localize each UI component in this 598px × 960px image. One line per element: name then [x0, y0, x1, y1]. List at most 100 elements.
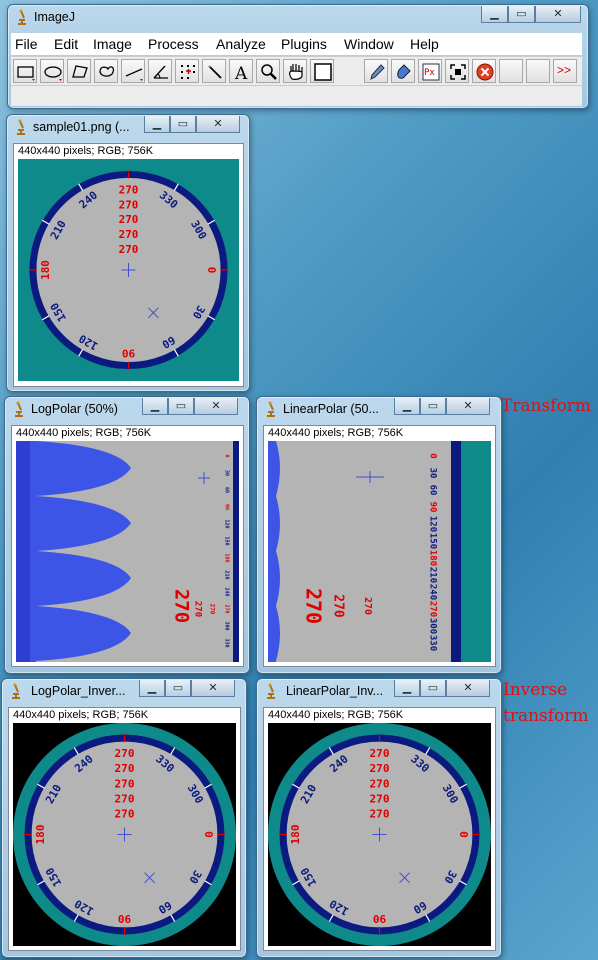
image-canvas[interactable]: 0 30 60 90 120 150 180 210 240 270 300 330 270 270 270 — [268, 441, 491, 662]
strip-tick-label: 0 — [224, 454, 230, 457]
polygon-icon[interactable] — [67, 59, 91, 83]
image-panel: 440x440 pixels; RGB; 756K 240 330 210 300 15… — [13, 143, 244, 387]
more-tools-button[interactable]: >> — [553, 59, 577, 83]
strip-tick-label: 150 — [428, 533, 438, 549]
freehand-icon[interactable] — [94, 59, 118, 83]
minimize-button[interactable]: ▁ — [139, 680, 165, 697]
wand-icon[interactable] — [202, 59, 226, 83]
sample-titlebar[interactable]: sample01.png (... ▁ ▭ ✕ — [7, 115, 249, 139]
strip-small-label: 270 — [209, 604, 216, 615]
svg-text:Px: Px — [424, 68, 435, 78]
main-title: ImageJ — [34, 10, 75, 24]
blank-tool[interactable] — [526, 59, 550, 83]
magnifier-icon[interactable] — [256, 59, 280, 83]
roi-manager-icon[interactable] — [445, 59, 469, 83]
dial-label-red: 270 — [119, 183, 139, 196]
logpolar-inverse-titlebar[interactable]: LogPolar_Inver... ▁ ▭ ✕ — [2, 679, 246, 703]
close-button[interactable]: ✕ — [196, 116, 240, 133]
maximize-button[interactable]: ▭ — [508, 6, 535, 23]
close-button[interactable]: ✕ — [446, 398, 490, 415]
sample-image-window: sample01.png (... ▁ ▭ ✕ 440x440 pixels; … — [6, 114, 250, 392]
close-button[interactable]: ✕ — [535, 6, 581, 23]
dropper-icon[interactable] — [391, 59, 415, 83]
menu-analyze[interactable]: Analyze — [216, 36, 266, 52]
strip-tick-label: 270 — [428, 601, 438, 617]
close-button[interactable]: ✕ — [191, 680, 235, 697]
microscope-icon — [17, 119, 25, 135]
minimize-button[interactable]: ▁ — [144, 116, 170, 133]
menu-help[interactable]: Help — [410, 36, 439, 52]
maximize-button[interactable]: ▭ — [168, 398, 194, 415]
window-title: LinearPolar_Inv... — [286, 684, 384, 698]
close-circle-icon[interactable] — [472, 59, 496, 83]
strip-tick-label: 240 — [224, 587, 230, 596]
dial-label-red: 180 — [39, 260, 52, 280]
dial-label-red: 270 — [370, 762, 390, 775]
color-picker-icon[interactable] — [310, 59, 334, 83]
pixel-inspector-icon[interactable]: Px — [418, 59, 442, 83]
dial-label-red: 180 — [34, 825, 47, 845]
menu-window[interactable]: Window — [344, 36, 394, 52]
dial-label-red: 270 — [119, 198, 139, 211]
window-title: LinearPolar (50... — [283, 402, 379, 416]
minimize-button[interactable]: ▁ — [142, 398, 168, 415]
menu-image[interactable]: Image — [93, 36, 132, 52]
linearpolar-inverse-window: LinearPolar_Inv... ▁ ▭ ✕ 440x440 pixels;… — [256, 678, 502, 958]
svg-text:A: A — [234, 64, 248, 82]
line-icon[interactable] — [121, 59, 145, 83]
main-titlebar[interactable]: ImageJ ▁ ▭ ✕ — [8, 5, 588, 29]
point-icon[interactable] — [175, 59, 199, 83]
dial-label-red: 270 — [115, 777, 135, 790]
blank-tool[interactable] — [499, 59, 523, 83]
tool-bar: A Px >> — [11, 56, 582, 86]
dial-label-red: 270 — [115, 762, 135, 775]
menu-process[interactable]: Process — [148, 36, 199, 52]
menu-file[interactable]: File — [15, 36, 38, 52]
hand-icon[interactable] — [283, 59, 307, 83]
menu-edit[interactable]: Edit — [54, 36, 78, 52]
rectangle-icon[interactable] — [13, 59, 37, 83]
dial-label-red: 0 — [205, 267, 218, 274]
microscope-icon — [267, 683, 275, 699]
strip-tick-label: 120 — [224, 519, 230, 528]
status-bar — [11, 85, 582, 106]
close-button[interactable]: ✕ — [194, 398, 238, 415]
strip-tick-label: 0 — [428, 453, 438, 458]
minimize-button[interactable]: ▁ — [394, 680, 420, 697]
dial-label-red: 270 — [115, 807, 135, 820]
maximize-button[interactable]: ▭ — [165, 680, 191, 697]
minimize-button[interactable]: ▁ — [481, 6, 508, 23]
linearpolar-inverse-titlebar[interactable]: LinearPolar_Inv... ▁ ▭ ✕ — [257, 679, 501, 703]
dial-label-red: 180 — [289, 825, 302, 845]
strip-tick-label: 210 — [428, 567, 438, 583]
menu-plugins[interactable]: Plugins — [281, 36, 327, 52]
maximize-button[interactable]: ▭ — [170, 116, 196, 133]
logpolar-titlebar[interactable]: LogPolar (50%) ▁ ▭ ✕ — [5, 397, 249, 421]
linearpolar-titlebar[interactable]: LinearPolar (50... ▁ ▭ ✕ — [257, 397, 501, 421]
oval-icon[interactable] — [40, 59, 64, 83]
strip-tick-label: 240 — [428, 584, 438, 600]
strip-tick-label: 300 — [224, 621, 230, 630]
strip-small-label: 270 — [362, 597, 373, 615]
text-icon[interactable]: A — [229, 59, 253, 83]
dial-label-red: 270 — [370, 807, 390, 820]
image-canvas[interactable]: 240 330 210 300 150 30 120 60 270 270 270 270 270 180… — [13, 723, 236, 946]
pencil-icon[interactable] — [364, 59, 388, 83]
strip-tick-label: 30 — [428, 468, 438, 479]
image-canvas[interactable]: 0 30 60 90 120 150 180 210 240 270 300 330 270 270 270 — [16, 441, 239, 662]
inverse-annotation: Inverse — [503, 680, 568, 700]
close-button[interactable]: ✕ — [446, 680, 490, 697]
imagej-main-window: ImageJ ▁ ▭ ✕ File Edit Image Process Ana… — [7, 4, 589, 109]
image-canvas[interactable]: 240 330 210 300 150 30 120 60 270 270 270 270 270 180… — [268, 723, 491, 946]
maximize-button[interactable]: ▭ — [420, 398, 446, 415]
image-panel: 440x440 pixels; RGB; 756K 240 330 210 300 15… — [263, 707, 496, 951]
minimize-button[interactable]: ▁ — [394, 398, 420, 415]
image-panel: 440x440 pixels; RGB; 756K 0 30 60 90 120 150 1… — [11, 425, 244, 667]
image-canvas[interactable]: 240 330 210 300 150 30 120 60 270 270 270 270 270 180… — [18, 159, 239, 381]
maximize-button[interactable]: ▭ — [420, 680, 446, 697]
dial-label-red: 270 — [370, 777, 390, 790]
angle-icon[interactable] — [148, 59, 172, 83]
image-panel: 440x440 pixels; RGB; 756K 240 330 210 300 15… — [8, 707, 241, 951]
strip-tick-label: 90 — [428, 502, 438, 513]
dial-label-red: 270 — [119, 213, 139, 226]
